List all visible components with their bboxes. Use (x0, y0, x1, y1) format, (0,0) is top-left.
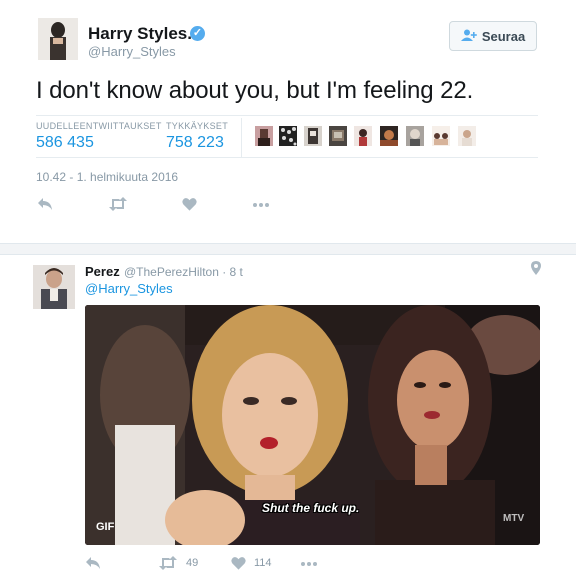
liker-avatar[interactable] (304, 126, 322, 146)
liker-avatar[interactable] (329, 126, 347, 146)
likes-label: TYKKÄYKSET (166, 121, 229, 131)
liker-avatar[interactable] (432, 126, 450, 146)
location-pin-icon[interactable] (530, 261, 542, 275)
reply-icon[interactable] (85, 556, 101, 573)
retweet-count: 49 (186, 557, 199, 569)
gif-badge: GIF (96, 521, 115, 533)
reply-icon[interactable] (37, 197, 53, 215)
reply-mention-link[interactable]: @Harry_Styles (85, 281, 173, 296)
like-heart-icon[interactable] (182, 197, 197, 215)
retweet-icon[interactable] (158, 556, 178, 573)
liker-avatar[interactable] (458, 126, 476, 146)
tweet-timestamp[interactable]: 10.42 - 1. helmikuuta 2016 (36, 170, 178, 184)
like-count: 114 (254, 557, 272, 569)
reply-author-meta[interactable]: @ThePerezHilton · 8 t (124, 265, 243, 279)
follow-button[interactable]: Seuraa (449, 21, 537, 51)
gif-caption: Shut the fuck up. (262, 501, 360, 515)
tweet-text: I don't know about you, but I'm feeling … (36, 77, 474, 104)
stats-top-divider (36, 115, 538, 116)
liker-avatar[interactable] (380, 126, 398, 146)
section-divider (0, 243, 576, 255)
follow-person-icon (460, 29, 477, 44)
reply-author-name[interactable]: Perez (85, 264, 120, 279)
verified-icon: ✓ (190, 26, 205, 41)
author-handle[interactable]: @Harry_Styles (88, 44, 176, 59)
liker-avatar[interactable] (279, 126, 297, 146)
retweets-label: UUDELLEENTWIITTAUKSET (36, 121, 162, 131)
more-icon[interactable] (252, 197, 270, 215)
liker-avatar[interactable] (406, 126, 424, 146)
retweets-count[interactable]: 586 435 (36, 134, 94, 152)
reply-author-avatar[interactable] (33, 265, 75, 309)
like-heart-icon[interactable] (231, 556, 246, 573)
likes-count[interactable]: 758 223 (166, 134, 224, 152)
mtv-watermark: MTV (503, 513, 525, 524)
liker-avatar[interactable] (354, 126, 372, 146)
stats-bottom-divider (36, 157, 538, 158)
liker-avatar[interactable] (255, 126, 273, 146)
follow-button-label: Seuraa (481, 28, 526, 44)
retweet-icon[interactable] (108, 197, 128, 215)
author-avatar[interactable] (38, 18, 78, 60)
stats-divider (241, 118, 242, 158)
more-icon[interactable] (300, 556, 318, 573)
author-name[interactable]: Harry Styles. (88, 24, 192, 44)
